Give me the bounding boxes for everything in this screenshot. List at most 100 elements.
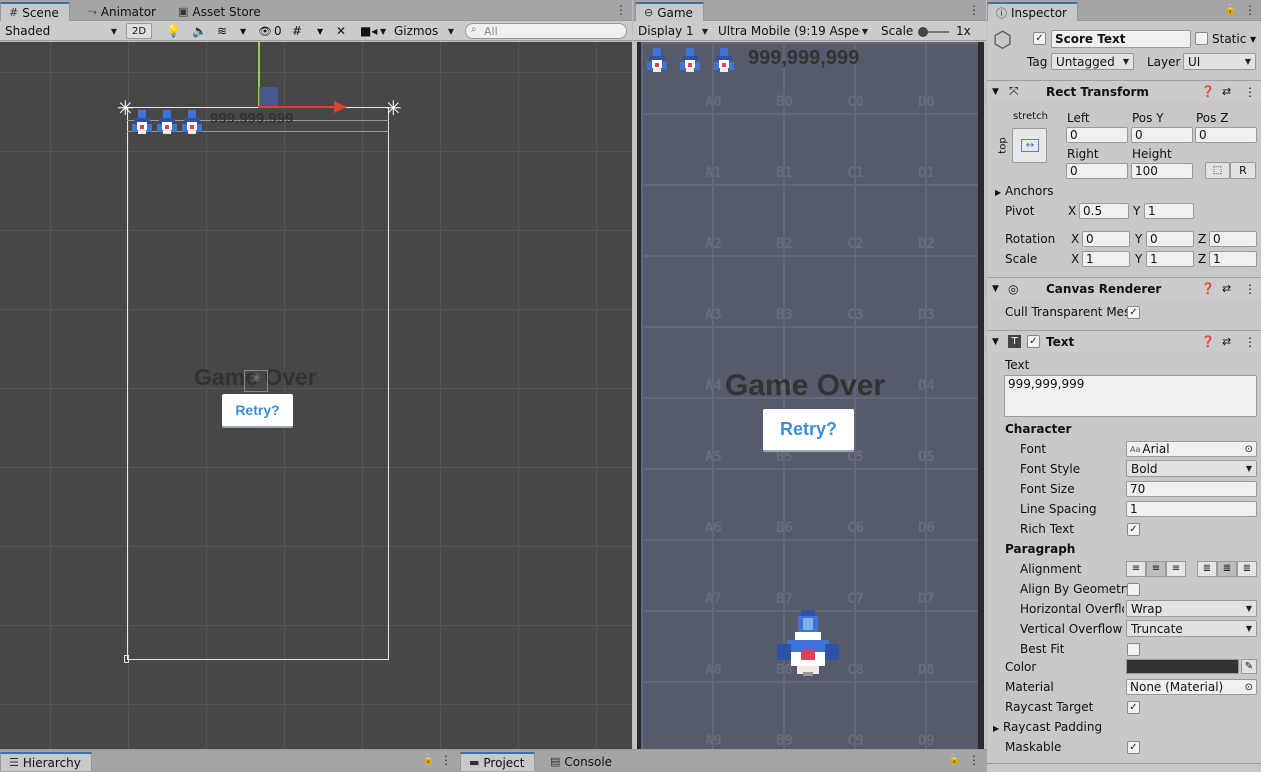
kebab-menu-icon[interactable]: ⋮ xyxy=(968,3,980,17)
gizmo-x-axis[interactable] xyxy=(258,106,342,108)
kebab-menu-icon[interactable]: ⋮ xyxy=(440,753,452,767)
presets-icon[interactable]: ⇄ xyxy=(1222,335,1231,348)
kebab-menu-icon[interactable]: ⋮ xyxy=(968,753,980,767)
presets-icon[interactable]: ⇄ xyxy=(1222,85,1231,98)
rich-text-checkbox[interactable]: ✓ xyxy=(1127,523,1140,536)
help-icon[interactable]: ❓ xyxy=(1201,335,1215,348)
tools-icon[interactable]: ✕ xyxy=(333,22,349,40)
tab-animator[interactable]: ⤳ Animator xyxy=(80,2,166,21)
maskable-checkbox[interactable]: ✓ xyxy=(1127,741,1140,754)
effects-dropdown-icon[interactable]: ▼ xyxy=(237,22,249,40)
v-overflow-dropdown[interactable]: Truncate ▼ xyxy=(1126,620,1257,637)
gizmo-x-arrow[interactable] xyxy=(334,101,347,113)
foldout-arrow-icon[interactable]: ▼ xyxy=(992,284,999,294)
scale-slider[interactable] xyxy=(918,27,949,37)
help-icon[interactable]: ❓ xyxy=(1201,282,1215,295)
anchor-presets-button[interactable]: ↔ xyxy=(1012,128,1047,163)
tab-console[interactable]: ▤ Console xyxy=(542,752,622,771)
game-retry-button[interactable]: Retry? xyxy=(763,409,854,452)
left-field[interactable]: 0 xyxy=(1066,127,1128,143)
static-checkbox[interactable] xyxy=(1195,32,1208,45)
blueprint-mode-button[interactable]: ⬚ xyxy=(1205,162,1230,179)
layer-dropdown[interactable]: UI ▼ xyxy=(1183,53,1256,70)
height-field[interactable]: 100 xyxy=(1131,163,1193,179)
effects-toggle-icon[interactable]: ≋ xyxy=(214,22,230,40)
text-enabled-checkbox[interactable]: ✓ xyxy=(1027,335,1040,348)
font-field[interactable]: Aa Arial ⊙ xyxy=(1126,441,1257,457)
text-component-header[interactable]: ▼ T ✓ Text ❓ ⇄ ⋮ xyxy=(987,330,1261,352)
anchors-foldout[interactable]: ▶ Anchors xyxy=(995,184,1054,198)
camera-dropdown-icon[interactable]: ▼ xyxy=(377,22,389,40)
shading-mode-dropdown[interactable]: Shaded ▼ xyxy=(2,22,120,40)
align-top-button[interactable]: ≣ xyxy=(1197,561,1217,577)
tag-dropdown[interactable]: Untagged ▼ xyxy=(1051,53,1134,70)
align-geometry-checkbox[interactable] xyxy=(1127,583,1140,596)
scale-x-field[interactable]: 1 xyxy=(1082,251,1130,267)
object-name-field[interactable]: Score Text xyxy=(1051,30,1191,48)
rot-y-field[interactable]: 0 xyxy=(1146,231,1194,247)
display-dropdown[interactable]: Display 1 ▼ xyxy=(635,22,711,40)
grid-snap-icon[interactable]: # xyxy=(289,22,305,40)
align-bottom-button[interactable]: ≣ xyxy=(1237,561,1257,577)
cull-transparent-checkbox[interactable]: ✓ xyxy=(1127,306,1140,319)
tab-inspector[interactable]: ⓘ Inspector xyxy=(987,2,1078,21)
align-left-button[interactable]: ≡ xyxy=(1126,561,1146,577)
gizmo-plane-handle[interactable] xyxy=(259,87,278,106)
canvas-renderer-header[interactable]: ▼ ◎ Canvas Renderer ❓ ⇄ ⋮ xyxy=(987,277,1261,299)
scale-slider-handle[interactable] xyxy=(918,27,928,37)
tab-game[interactable]: ⊖ Game xyxy=(635,2,704,21)
hidden-objects-toggle[interactable]: 👁 0 xyxy=(255,22,285,40)
scene-retry-button[interactable]: Retry? xyxy=(222,394,293,428)
tab-project[interactable]: ▬ Project xyxy=(460,752,536,771)
game-viewport[interactable]: A0 B0 C0 D0 A1 B1 C1 D1 A2 B2 C2 D2 A3 B3 C3 D3 A4 B4 C4 D4… xyxy=(637,42,984,749)
eyedropper-icon[interactable]: ✎ xyxy=(1241,659,1257,674)
kebab-menu-icon[interactable]: ⋮ xyxy=(1244,3,1256,17)
static-dropdown-icon[interactable]: ▼ xyxy=(1250,35,1256,44)
raw-edit-button[interactable]: R xyxy=(1230,162,1256,179)
rot-x-field[interactable]: 0 xyxy=(1082,231,1130,247)
presets-icon[interactable]: ⇄ xyxy=(1222,282,1231,295)
lighting-toggle-icon[interactable]: 💡 xyxy=(163,22,184,40)
foldout-arrow-icon[interactable]: ▼ xyxy=(992,337,999,347)
kebab-menu-icon[interactable]: ⋮ xyxy=(1244,335,1256,349)
color-swatch[interactable] xyxy=(1126,659,1239,674)
scene-search-input[interactable]: ⌕ All xyxy=(465,23,627,39)
anchor-right-icon[interactable]: ✳ xyxy=(385,98,402,118)
foldout-arrow-icon[interactable]: ▼ xyxy=(992,87,999,97)
aspect-dropdown[interactable]: Ultra Mobile (9:19 Aspect) ▼ xyxy=(715,22,871,40)
line-spacing-field[interactable]: 1 xyxy=(1126,501,1257,517)
kebab-menu-icon[interactable]: ⋮ xyxy=(615,3,627,17)
best-fit-checkbox[interactable] xyxy=(1127,643,1140,656)
material-field[interactable]: None (Material) ⊙ xyxy=(1126,679,1257,695)
rot-z-field[interactable]: 0 xyxy=(1209,231,1257,247)
h-overflow-dropdown[interactable]: Wrap ▼ xyxy=(1126,600,1257,617)
pivot-y-field[interactable]: 1 xyxy=(1144,203,1194,219)
object-picker-icon[interactable]: ⊙ xyxy=(1245,444,1253,455)
lock-icon[interactable]: 🔒 xyxy=(1224,4,1236,15)
posz-field[interactable]: 0 xyxy=(1195,127,1257,143)
object-picker-icon[interactable]: ⊙ xyxy=(1245,682,1253,693)
scale-y-field[interactable]: 1 xyxy=(1146,251,1194,267)
lock-icon[interactable]: 🔒 xyxy=(948,754,960,765)
align-right-button[interactable]: ≡ xyxy=(1166,561,1186,577)
raycast-target-checkbox[interactable]: ✓ xyxy=(1127,701,1140,714)
lock-icon[interactable]: 🔒 xyxy=(422,754,434,765)
raycast-padding-foldout[interactable]: ▶ Raycast Padding xyxy=(993,720,1102,734)
2d-toggle-button[interactable]: 2D xyxy=(126,23,152,39)
tab-asset-store[interactable]: ▣ Asset Store xyxy=(170,2,271,21)
audio-toggle-icon[interactable]: 🔈 xyxy=(189,22,210,40)
align-center-button[interactable]: ≡ xyxy=(1146,561,1166,577)
posy-field[interactable]: 0 xyxy=(1131,127,1193,143)
grid-dropdown-icon[interactable]: ▼ xyxy=(314,22,326,40)
active-checkbox[interactable]: ✓ xyxy=(1033,32,1046,45)
scale-z-field[interactable]: 1 xyxy=(1209,251,1257,267)
rect-transform-header[interactable]: ▼ ⤧ Rect Transform ❓ ⇄ ⋮ xyxy=(987,80,1261,102)
kebab-menu-icon[interactable]: ⋮ xyxy=(1244,282,1256,296)
gizmos-dropdown[interactable]: Gizmos ▼ xyxy=(391,22,457,40)
tab-hierarchy[interactable]: ☰ Hierarchy xyxy=(0,752,92,771)
font-style-dropdown[interactable]: Bold ▼ xyxy=(1126,460,1257,477)
help-icon[interactable]: ❓ xyxy=(1201,85,1215,98)
tab-scene[interactable]: # Scene xyxy=(0,2,70,21)
right-field[interactable]: 0 xyxy=(1066,163,1128,179)
kebab-menu-icon[interactable]: ⋮ xyxy=(1244,85,1256,99)
